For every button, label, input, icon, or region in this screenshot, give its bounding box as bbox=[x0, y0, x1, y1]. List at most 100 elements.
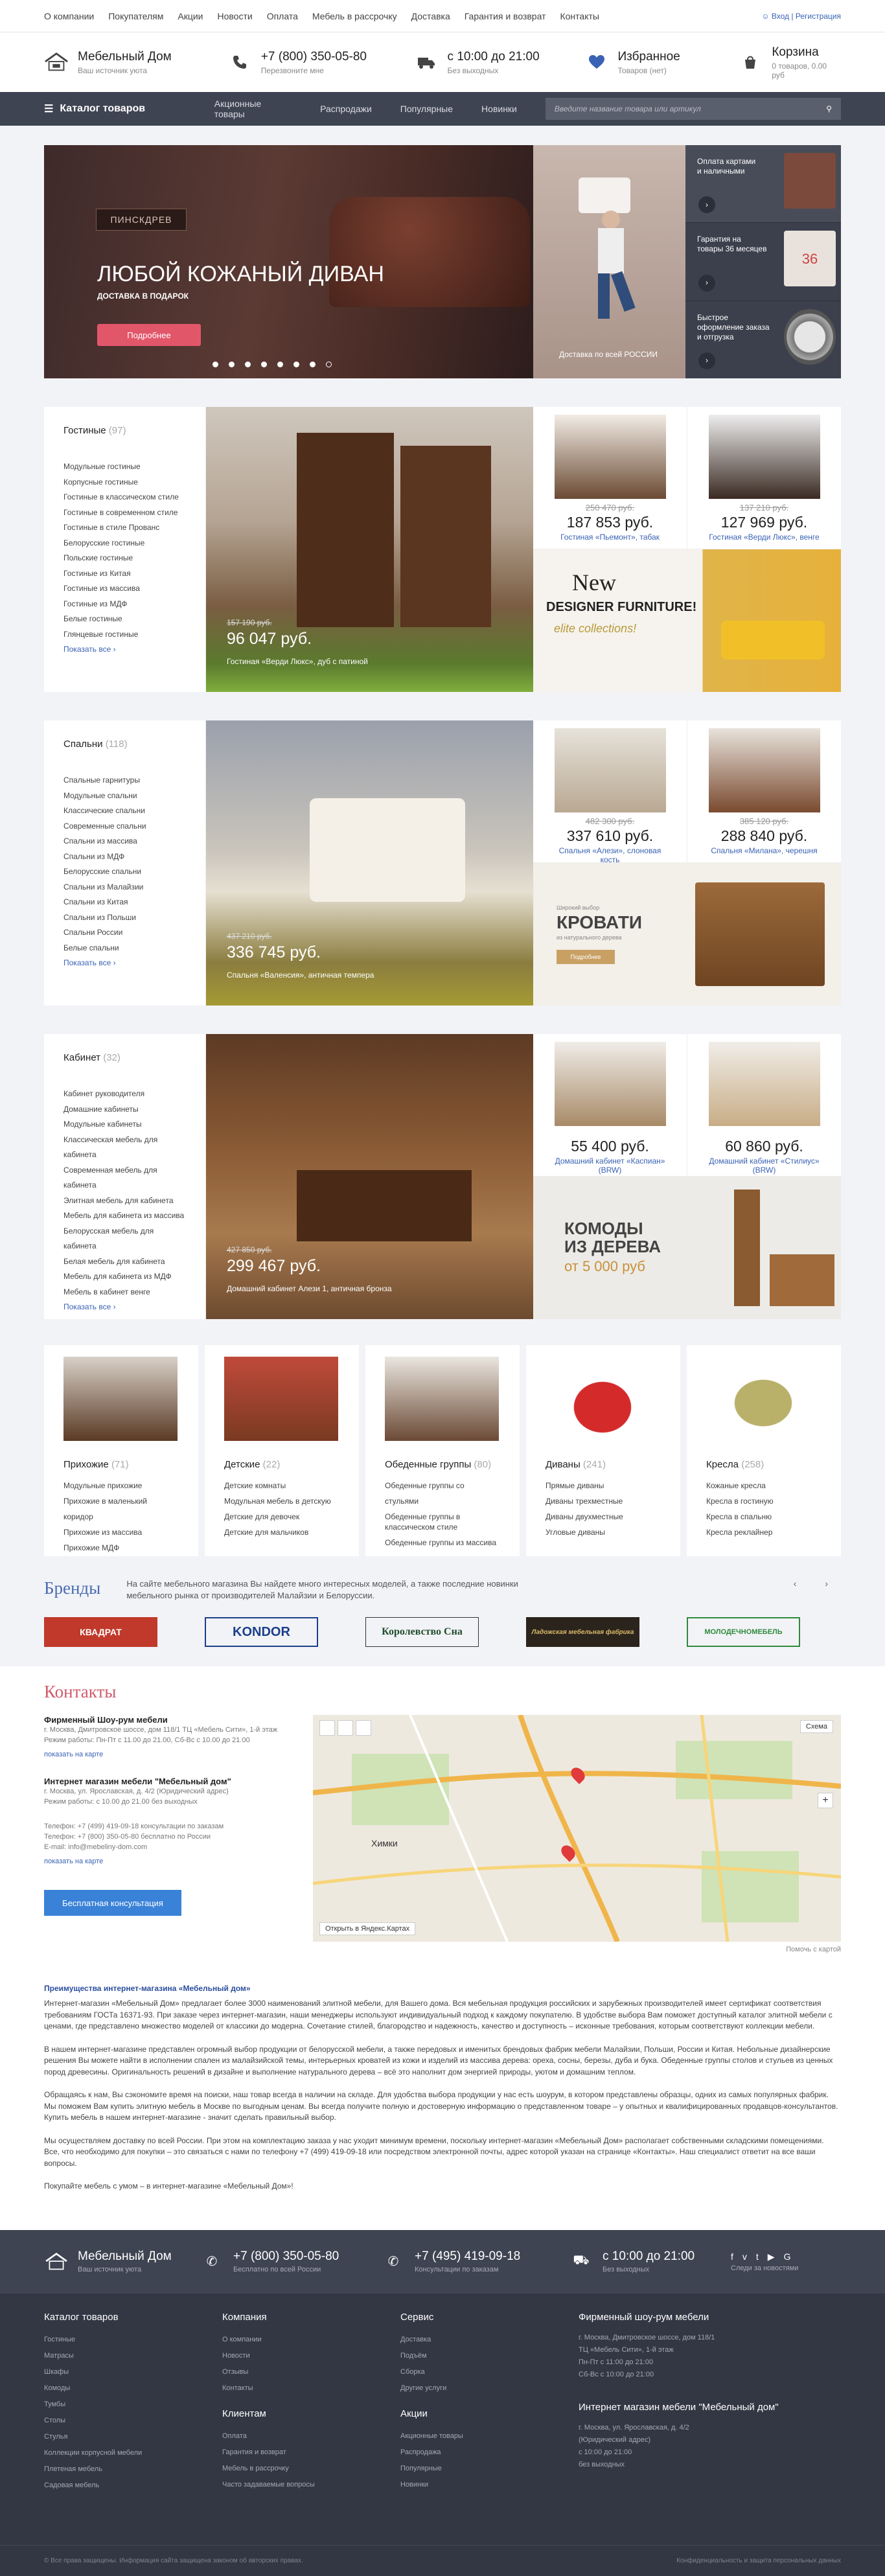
subcategory-link[interactable]: Белорусские гостиные bbox=[63, 536, 186, 551]
footer-link[interactable]: Новости bbox=[222, 2348, 400, 2364]
product-name[interactable]: Гостиная «Пьемонт», табак bbox=[551, 533, 669, 542]
topnav-link[interactable]: О компании bbox=[44, 11, 94, 21]
subcategory-link[interactable]: Угловые диваны bbox=[546, 1524, 661, 1540]
slider-dot[interactable] bbox=[293, 362, 299, 367]
footer-link[interactable]: Контакты bbox=[222, 2380, 400, 2397]
subcategory-link[interactable]: Мебель в кабинет венге bbox=[63, 1285, 186, 1300]
category-title[interactable]: Обеденные группы (80) bbox=[385, 1459, 500, 1470]
callback-link[interactable]: Перезвоните мне bbox=[261, 66, 367, 75]
subcategory-link[interactable]: Диваны двухместные bbox=[546, 1509, 661, 1524]
footer-link[interactable]: Матрасы bbox=[44, 2348, 222, 2364]
free-consultation-button[interactable]: Бесплатная консультация bbox=[44, 1890, 181, 1916]
header-phone[interactable]: +7 (800) 350-05-80 Перезвоните мне bbox=[227, 50, 414, 75]
footer-phone[interactable]: ✆ +7 (800) 350-05-80 Бесплатно по всей Ро… bbox=[200, 2249, 381, 2274]
subcategory-link[interactable]: Детские для девочек bbox=[224, 1509, 339, 1524]
subcategory-link[interactable]: Обеденные группы со стульями bbox=[385, 1478, 500, 1509]
footer-link[interactable]: Оплата bbox=[222, 2428, 400, 2444]
category-title[interactable]: Спальни (118) bbox=[63, 739, 186, 750]
footer-link[interactable]: Гостиные bbox=[44, 2332, 222, 2348]
dressers-banner[interactable]: КОМОДЫ ИЗ ДЕРЕВА от 5 000 руб bbox=[533, 1177, 841, 1319]
subcategory-link[interactable]: Спальни России bbox=[63, 925, 186, 941]
hero-more-button[interactable]: Подробнее bbox=[97, 324, 201, 346]
category-title[interactable]: Кабинет (32) bbox=[63, 1052, 186, 1063]
subcategory-link[interactable]: Прихожие МДФ bbox=[63, 1540, 179, 1556]
map-scheme-select[interactable]: Схема bbox=[799, 1720, 833, 1733]
footer-link[interactable]: Сборка bbox=[400, 2364, 579, 2380]
cart-link[interactable]: Корзина 0 товаров, 0.00 руб bbox=[739, 45, 841, 80]
banner-button[interactable]: Подробнее bbox=[557, 950, 615, 964]
footer-link[interactable]: Другие услуги bbox=[400, 2380, 579, 2397]
subcategory-link[interactable]: Белые спальни bbox=[63, 941, 186, 956]
footer-link[interactable]: Отзывы bbox=[222, 2364, 400, 2380]
subcategory-link[interactable]: Польские гостиные bbox=[63, 551, 186, 566]
subcategory-link[interactable]: Спальные гарнитуры bbox=[63, 773, 186, 788]
subcategory-link[interactable]: Элитная мебель для кабинета bbox=[63, 1193, 186, 1209]
topnav-link[interactable]: Доставка bbox=[411, 11, 450, 21]
product-card[interactable]: 250 470 руб. 187 853 руб. Гостиная «Пьем… bbox=[533, 407, 687, 549]
site-logo[interactable]: Мебельный Дом Ваш источник уюта bbox=[44, 50, 227, 75]
topnav-link[interactable]: Покупателям bbox=[108, 11, 163, 21]
footer-link[interactable]: Часто задаваемые вопросы bbox=[222, 2477, 400, 2493]
featured-product[interactable]: 437 210 руб. 336 745 руб. Спальня «Вален… bbox=[206, 720, 533, 1006]
featured-product[interactable]: 157 190 руб. 96 047 руб. Гостиная «Верди… bbox=[206, 407, 533, 692]
subcategory-link[interactable]: Обеденные группы в классическом стиле bbox=[385, 1512, 500, 1532]
subcategory-link[interactable]: Спальни из Польши bbox=[63, 910, 186, 926]
subcategory-link[interactable]: Спальни из Китая bbox=[63, 895, 186, 910]
subcategory-link[interactable]: Спальни из Малайзии bbox=[63, 880, 186, 895]
subcategory-link[interactable]: Детские комнаты bbox=[224, 1478, 339, 1493]
product-card[interactable]: 137 210 руб. 127 969 руб. Гостиная «Верд… bbox=[687, 407, 841, 549]
product-card[interactable]: 482 300 руб. 337 610 руб. Спальня «Алези… bbox=[533, 720, 687, 864]
show-all-link[interactable]: Показать все › bbox=[63, 1300, 186, 1315]
subcategory-link[interactable]: Гостиные в стиле Прованс bbox=[63, 520, 186, 536]
map-ruler-icon[interactable] bbox=[356, 1720, 371, 1736]
footer-link[interactable]: Тумбы bbox=[44, 2397, 222, 2413]
designer-furniture-banner[interactable]: New DESIGNER FURNITURE! elite collection… bbox=[533, 549, 841, 692]
brands-arrows[interactable]: ‹ › bbox=[794, 1578, 841, 1589]
subcategory-link[interactable]: Глянцевые гостиные bbox=[63, 627, 186, 643]
search-icon[interactable]: ⚲ bbox=[826, 104, 832, 113]
subcategory-link[interactable]: Белая мебель для кабинета bbox=[63, 1254, 186, 1270]
footer-link[interactable]: Гарантия и возврат bbox=[222, 2444, 400, 2461]
category-card[interactable]: Детские (22) Детские комнаты Модульная м… bbox=[205, 1345, 359, 1556]
nav-link[interactable]: Акционные товары bbox=[214, 98, 292, 119]
footer-link[interactable]: Стулья bbox=[44, 2429, 222, 2445]
brand-logo[interactable]: КВАДРАТ bbox=[44, 1617, 157, 1647]
footer-link[interactable]: Подъём bbox=[400, 2348, 579, 2364]
show-all-link[interactable]: Показать все › bbox=[63, 956, 186, 971]
hero-slide[interactable]: ПИНСКДРЕВ ЛЮБОЙ КОЖАНЫЙ ДИВАН ДОСТАВКА В… bbox=[44, 145, 533, 378]
subcategory-link[interactable]: Классическая мебель для кабинета bbox=[63, 1133, 186, 1163]
subcategory-link[interactable]: Классические спальни bbox=[63, 803, 186, 819]
show-all-link[interactable]: Показать все › bbox=[63, 642, 186, 657]
category-title[interactable]: Кресла (258) bbox=[706, 1459, 822, 1470]
category-title[interactable]: Гостиные (97) bbox=[63, 425, 186, 436]
subcategory-link[interactable]: Модульные кабинеты bbox=[63, 1117, 186, 1133]
login-link[interactable]: Вход bbox=[772, 12, 789, 21]
nav-link[interactable]: Новинки bbox=[481, 104, 517, 114]
category-card[interactable]: Прихожие (71) Модульные прихожие Прихожи… bbox=[44, 1345, 198, 1556]
product-card[interactable]: 60 860 руб. Домашний кабинет «Стилиус» (… bbox=[687, 1034, 841, 1177]
side-banner-warranty[interactable]: Гарантия на товары 36 месяцев 36 › bbox=[685, 223, 841, 301]
footer-link[interactable]: Популярные bbox=[400, 2461, 579, 2477]
footer-link[interactable]: О компании bbox=[222, 2332, 400, 2348]
slider-dot[interactable] bbox=[229, 362, 235, 367]
subcategory-link[interactable]: Белорусские спальни bbox=[63, 864, 186, 880]
subcategory-link[interactable]: Гостиные из массива bbox=[63, 581, 186, 597]
nav-link[interactable]: Распродажи bbox=[320, 104, 372, 114]
topnav-link[interactable]: Оплата bbox=[267, 11, 298, 21]
contact-email[interactable]: E-mail: info@mebeliny-dom.com bbox=[44, 1842, 313, 1852]
subcategory-link[interactable]: Прихожие из массива bbox=[63, 1524, 179, 1540]
product-card[interactable]: 385 120 руб. 288 840 руб. Спальня «Милан… bbox=[687, 720, 841, 863]
subcategory-link[interactable]: Прихожие в маленький коридор bbox=[63, 1493, 179, 1524]
show-on-map-link[interactable]: показать на карте bbox=[44, 1751, 313, 1758]
subcategory-link[interactable]: Детские для мальчиков bbox=[224, 1524, 339, 1540]
subcategory-link[interactable]: Модульная мебель в детскую bbox=[224, 1493, 339, 1509]
subcategory-link[interactable]: Белые гостиные bbox=[63, 612, 186, 627]
product-name[interactable]: Спальня «Милана», черешня bbox=[706, 846, 823, 855]
subcategory-link[interactable]: Мебель для кабинета из массива bbox=[63, 1208, 186, 1224]
subcategory-link[interactable]: Гостиные в современном стиле bbox=[63, 505, 186, 521]
footer-link[interactable]: Плетеная мебель bbox=[44, 2461, 222, 2478]
footer-link[interactable]: Коллекции корпусной мебели bbox=[44, 2445, 222, 2461]
subcategory-link[interactable]: Корпусные гостиные bbox=[63, 475, 186, 490]
slider-dot[interactable] bbox=[310, 362, 316, 367]
search-input[interactable]: Введите название товара или артикул ⚲ bbox=[545, 98, 841, 120]
